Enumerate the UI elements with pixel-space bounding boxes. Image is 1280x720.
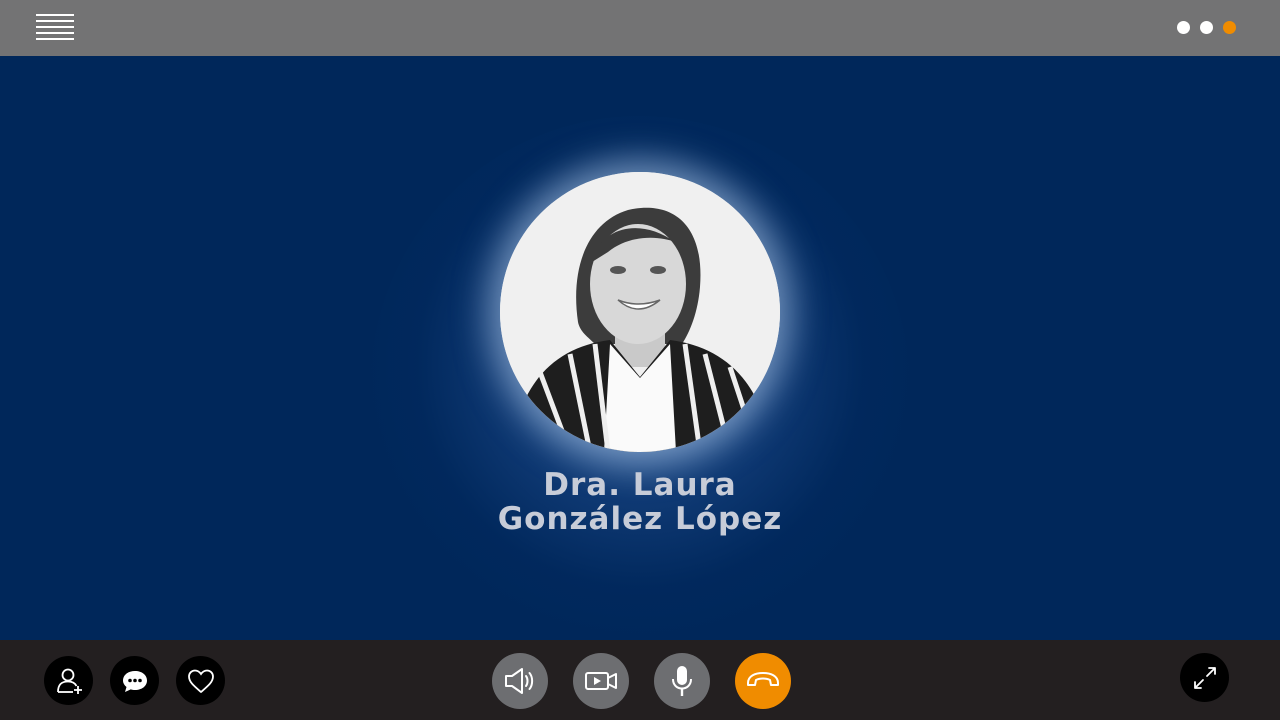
- contact-name-line-1: Dra. Laura: [543, 467, 737, 503]
- video-button[interactable]: [573, 653, 629, 709]
- fullscreen-button[interactable]: [1180, 653, 1229, 702]
- avatar-portrait: [500, 172, 780, 452]
- favorite-button[interactable]: [176, 656, 225, 705]
- expand-icon: [1193, 666, 1216, 689]
- microphone-button[interactable]: [654, 653, 710, 709]
- video-camera-icon: [585, 672, 617, 690]
- hang-up-button[interactable]: [735, 653, 791, 709]
- top-bar: [0, 0, 1280, 56]
- page-dot[interactable]: [1200, 21, 1213, 34]
- hamburger-menu-icon[interactable]: [36, 14, 74, 40]
- contact-avatar: [500, 172, 780, 452]
- call-stage: Dra. Laura González López: [0, 56, 1280, 640]
- page-dot[interactable]: [1177, 21, 1190, 34]
- microphone-icon: [672, 666, 692, 696]
- heart-icon: [187, 669, 214, 693]
- chat-bubble-icon: [122, 670, 147, 692]
- speaker-icon: [505, 668, 534, 694]
- speaker-button[interactable]: [492, 653, 548, 709]
- page-indicator: [1177, 21, 1236, 34]
- chat-button[interactable]: [110, 656, 159, 705]
- page-dot-active[interactable]: [1223, 21, 1236, 34]
- phone-hangup-icon: [747, 672, 779, 686]
- add-contact-button[interactable]: [44, 656, 93, 705]
- contact-name: Dra. Laura González López: [390, 468, 890, 536]
- add-person-icon: [56, 668, 82, 694]
- contact-name-line-2: González López: [497, 501, 783, 537]
- call-controls-bar: [0, 640, 1280, 720]
